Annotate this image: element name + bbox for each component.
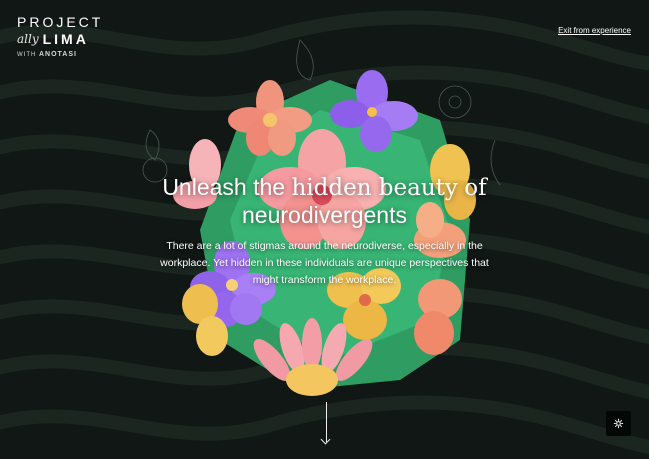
hero-subtitle: There are a lot of stigmas around the ne… [160,240,489,286]
background-artwork [0,10,649,455]
hero-headline: Unleash the hidden beauty of neurodiverg… [0,174,649,229]
logo-with-text: WITH [17,52,37,58]
logo-brand-text: ANOTASI [39,51,77,58]
logo-with-brand: WITH ANOTASI [17,51,103,58]
logo-project-text: PROJECT [17,14,104,30]
logo-lima-text: LIMA [42,31,89,47]
project-ally-lima-logo[interactable]: PROJECT ally LIMA WITH ANOTASI [17,15,103,58]
headline-highlight: hidden beauty [291,175,458,201]
headline-line2: neurodivergents [242,202,407,228]
headline-of: of [464,175,487,201]
logo-ally-text: ally [17,32,39,46]
settings-button[interactable] [606,411,631,436]
settings-icon [613,418,624,429]
headline-part1: Unleash the [162,174,286,200]
exit-experience-link[interactable]: Exit from experience [558,26,631,35]
